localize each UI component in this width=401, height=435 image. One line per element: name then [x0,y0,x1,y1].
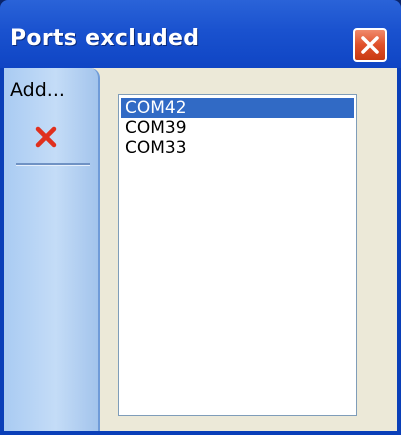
list-item[interactable]: COM42 [121,98,354,118]
sidebar-separator [16,163,90,166]
excluded-ports-list[interactable]: COM42 COM39 COM33 [118,94,357,416]
red-x-delete-icon [35,126,57,148]
list-item[interactable]: COM33 [121,138,354,158]
window-title: Ports excluded [10,26,200,51]
list-item[interactable]: COM39 [121,118,354,138]
action-sidebar: Add... [4,68,100,431]
window-frame-right [397,68,401,435]
ports-excluded-window: Ports excluded Add... COM42 COM39 COM33 [0,0,401,435]
window-frame-bottom [0,431,401,435]
port-list-items: COM42 COM39 COM33 [119,95,356,158]
close-icon [361,36,379,54]
close-button[interactable] [353,28,387,62]
title-bar[interactable]: Ports excluded [0,0,401,68]
add-button[interactable]: Add... [10,76,90,104]
delete-button[interactable] [28,120,64,154]
